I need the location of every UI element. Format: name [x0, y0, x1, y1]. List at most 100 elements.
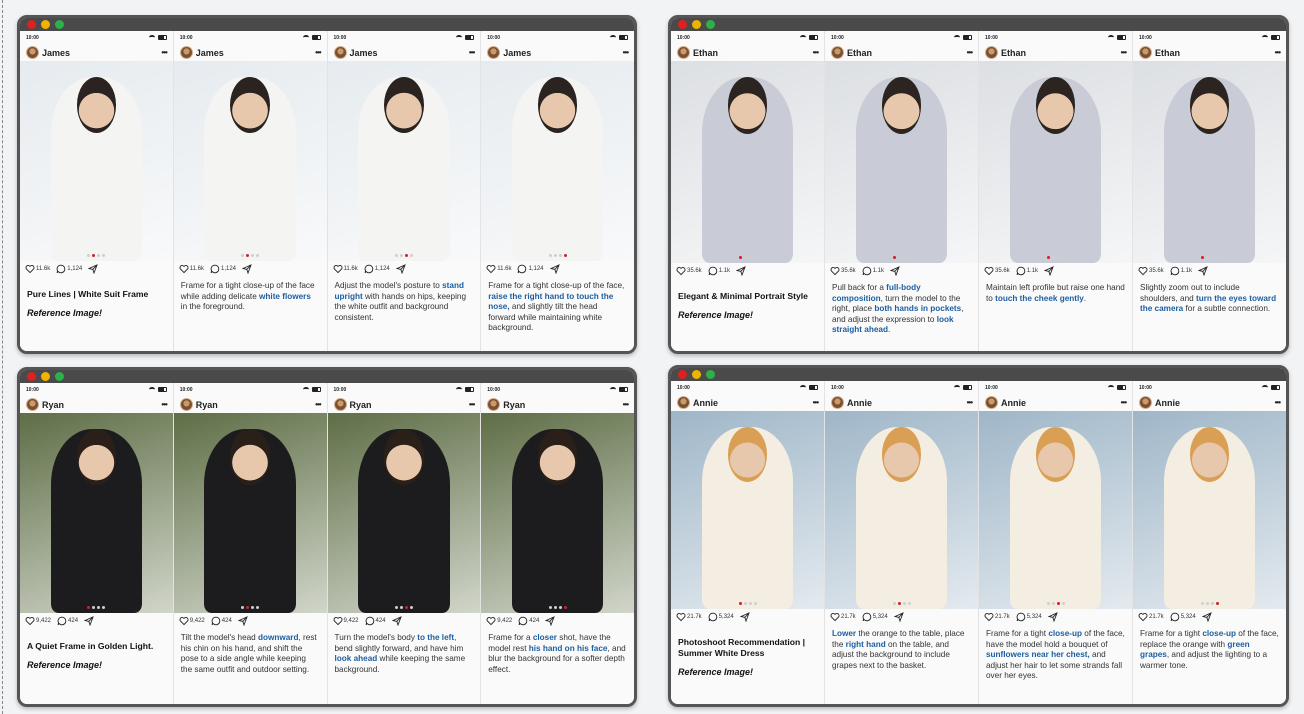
more-options-icon[interactable]: •••	[469, 400, 475, 409]
like-button[interactable]: 11.6k	[25, 264, 50, 274]
share-button[interactable]	[890, 266, 900, 276]
carousel-dot[interactable]	[907, 602, 911, 605]
carousel-dots[interactable]	[481, 606, 634, 609]
username[interactable]: Ethan	[1001, 48, 1118, 58]
carousel-dot[interactable]	[753, 602, 757, 605]
carousel-dot[interactable]	[748, 256, 752, 259]
carousel-dots[interactable]	[825, 256, 978, 259]
carousel-dot[interactable]	[97, 254, 101, 257]
username[interactable]: Annie	[1001, 398, 1118, 408]
more-options-icon[interactable]: •••	[623, 400, 629, 409]
more-options-icon[interactable]: •••	[1121, 48, 1127, 57]
minimize-window-button[interactable]	[41, 372, 50, 381]
avatar[interactable]	[179, 398, 193, 411]
like-button[interactable]: 11.6k	[333, 264, 358, 274]
carousel-dots[interactable]	[671, 256, 824, 259]
carousel-dot[interactable]	[1061, 602, 1065, 605]
close-window-button[interactable]	[27, 20, 36, 29]
carousel-dots[interactable]	[328, 254, 481, 257]
carousel-dots[interactable]	[979, 256, 1132, 259]
post-photo[interactable]	[1133, 61, 1286, 263]
carousel-dot[interactable]	[241, 254, 245, 257]
carousel-dot[interactable]	[246, 254, 250, 257]
post-photo[interactable]	[825, 61, 978, 263]
carousel-dot[interactable]	[404, 254, 408, 257]
comment-button[interactable]: 1,124	[56, 264, 82, 274]
avatar[interactable]	[831, 46, 844, 59]
comment-button[interactable]: 424	[211, 616, 232, 626]
comment-button[interactable]: 1.1k	[862, 266, 884, 276]
comment-button[interactable]: 1.1k	[1170, 266, 1192, 276]
comment-button[interactable]: 5,324	[862, 612, 888, 622]
like-button[interactable]: 35.6k	[1138, 266, 1164, 276]
more-options-icon[interactable]: •••	[469, 48, 475, 57]
carousel-dot[interactable]	[897, 602, 901, 605]
like-button[interactable]: 21.7k	[1138, 612, 1164, 622]
comment-button[interactable]: 5,324	[708, 612, 734, 622]
username[interactable]: Ethan	[1155, 48, 1272, 58]
username[interactable]: Ethan	[693, 48, 810, 58]
carousel-dot[interactable]	[92, 254, 96, 257]
more-options-icon[interactable]: •••	[813, 398, 819, 407]
avatar[interactable]	[26, 398, 39, 411]
carousel-dot[interactable]	[743, 256, 747, 259]
maximize-window-button[interactable]	[55, 20, 64, 29]
carousel-dots[interactable]	[20, 606, 173, 609]
close-window-button[interactable]	[27, 372, 36, 381]
maximize-window-button[interactable]	[706, 20, 715, 29]
carousel-dot[interactable]	[897, 256, 901, 259]
username[interactable]: James	[42, 48, 158, 58]
carousel-dots[interactable]	[825, 602, 978, 605]
carousel-dots[interactable]	[20, 254, 173, 257]
post-photo[interactable]	[20, 61, 173, 261]
username[interactable]: Ryan	[42, 400, 158, 410]
post-photo[interactable]	[173, 61, 327, 261]
like-button[interactable]: 9,422	[333, 616, 359, 626]
carousel-dot[interactable]	[1200, 256, 1204, 259]
carousel-dot[interactable]	[1061, 256, 1065, 259]
carousel-dot[interactable]	[892, 602, 896, 605]
carousel-dot[interactable]	[558, 606, 562, 609]
comment-button[interactable]: 1,124	[517, 264, 544, 274]
avatar[interactable]	[179, 46, 193, 59]
carousel-dot[interactable]	[1215, 602, 1219, 605]
minimize-window-button[interactable]	[41, 20, 50, 29]
username[interactable]: James	[350, 48, 466, 58]
close-window-button[interactable]	[678, 20, 687, 29]
carousel-dot[interactable]	[892, 256, 896, 259]
carousel-dot[interactable]	[1056, 256, 1060, 259]
comment-button[interactable]: 5,324	[1016, 612, 1042, 622]
close-window-button[interactable]	[678, 370, 687, 379]
carousel-dot[interactable]	[256, 254, 260, 257]
username[interactable]: Annie	[1155, 398, 1272, 408]
carousel-dots[interactable]	[328, 606, 481, 609]
share-button[interactable]	[88, 264, 99, 274]
post-photo[interactable]	[481, 61, 634, 261]
share-button[interactable]	[391, 616, 402, 626]
carousel-dot[interactable]	[553, 606, 557, 609]
carousel-dot[interactable]	[399, 254, 403, 257]
carousel-dot[interactable]	[1051, 602, 1055, 605]
carousel-dot[interactable]	[748, 602, 752, 605]
share-button[interactable]	[893, 612, 904, 622]
avatar[interactable]	[26, 46, 39, 59]
maximize-window-button[interactable]	[55, 372, 64, 381]
carousel-dots[interactable]	[671, 602, 824, 605]
minimize-window-button[interactable]	[692, 20, 701, 29]
like-button[interactable]: 11.6k	[486, 264, 511, 274]
carousel-dot[interactable]	[394, 254, 398, 257]
carousel-dot[interactable]	[902, 602, 906, 605]
carousel-dot[interactable]	[563, 254, 567, 257]
share-button[interactable]	[736, 266, 746, 276]
post-photo[interactable]	[979, 411, 1132, 609]
share-button[interactable]	[1047, 612, 1058, 622]
carousel-dot[interactable]	[1046, 256, 1050, 259]
share-button[interactable]	[237, 616, 248, 626]
carousel-dot[interactable]	[246, 606, 250, 609]
post-photo[interactable]	[20, 413, 173, 613]
username[interactable]: James	[196, 48, 312, 58]
carousel-dot[interactable]	[743, 602, 747, 605]
avatar[interactable]	[487, 398, 501, 411]
avatar[interactable]	[985, 46, 998, 59]
share-button[interactable]	[545, 616, 556, 626]
